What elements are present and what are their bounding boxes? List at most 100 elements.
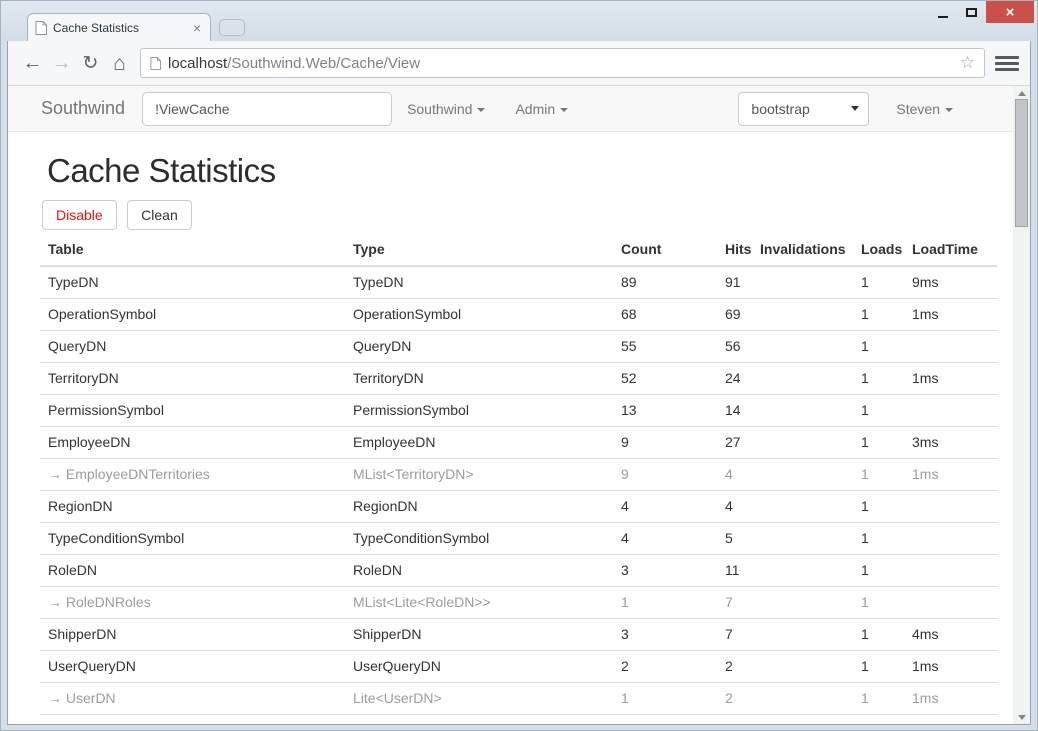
cell-loadtime: 1ms <box>904 299 997 331</box>
cell-loads: 1 <box>853 651 904 683</box>
cell-hits: 69 <box>717 299 752 331</box>
window-content: ← → ↻ ⌂ localhost/Southwind.Web/Cache/Vi… <box>7 41 1031 725</box>
scroll-up-icon[interactable] <box>1013 86 1030 100</box>
cell-type: UserQueryDN <box>345 651 613 683</box>
cell-hits: 2 <box>717 715 752 725</box>
cell-loads: 1 <box>853 491 904 523</box>
page-title: Cache Statistics <box>47 152 1013 190</box>
cell-hits: 56 <box>717 331 752 363</box>
cell-loads: 1 <box>853 555 904 587</box>
new-tab-button[interactable] <box>219 19 245 36</box>
cell-loads: 1 <box>853 683 904 715</box>
cell-hits: 2 <box>717 683 752 715</box>
cell-count: 1 <box>613 587 717 619</box>
brand-link[interactable]: Southwind <box>41 98 125 119</box>
bookmark-star-icon[interactable]: ☆ <box>960 53 975 73</box>
close-button[interactable]: × <box>986 1 1034 23</box>
cell-count: 68 <box>613 299 717 331</box>
cell-type: TypeDN <box>345 266 613 299</box>
table-row: TerritoryDNTerritoryDN522411ms <box>40 363 997 395</box>
reload-icon[interactable]: ↻ <box>76 54 105 73</box>
cell-type: MList<QueryFilterDN> <box>345 715 613 725</box>
cell-hits: 27 <box>717 427 752 459</box>
cell-invalidations <box>752 363 853 395</box>
cell-count: 2 <box>613 715 717 725</box>
cell-count: 9 <box>613 427 717 459</box>
back-icon[interactable]: ← <box>18 53 47 73</box>
cell-invalidations <box>752 459 853 491</box>
column-header-type: Type <box>345 234 613 266</box>
window-controls: × <box>928 1 1034 23</box>
cell-loads: 1 <box>853 299 904 331</box>
cell-type: TypeConditionSymbol <box>345 523 613 555</box>
cell-loadtime: 1ms <box>904 715 997 725</box>
close-icon: × <box>1006 4 1015 21</box>
cell-loadtime <box>904 555 997 587</box>
main-content: Cache Statistics Disable Clean Table Typ… <box>8 152 1013 724</box>
menu-admin[interactable]: Admin <box>500 101 583 117</box>
cell-table: UserQueryDN <box>40 651 345 683</box>
cell-table: → UserQueryDNFilters <box>40 715 345 725</box>
scrollbar[interactable] <box>1013 86 1030 724</box>
cell-count: 52 <box>613 363 717 395</box>
cell-type: QueryDN <box>345 331 613 363</box>
chevron-down-icon <box>945 108 953 112</box>
address-bar[interactable]: localhost/Southwind.Web/Cache/View ☆ <box>140 48 985 78</box>
cell-loads: 1 <box>853 523 904 555</box>
browser-menu-icon[interactable] <box>994 56 1020 71</box>
table-row: UserQueryDNUserQueryDN2211ms <box>40 651 997 683</box>
cell-loadtime: 1ms <box>904 459 997 491</box>
url-text: localhost/Southwind.Web/Cache/View <box>168 55 953 72</box>
user-menu[interactable]: Steven <box>881 101 968 117</box>
cell-table: ShipperDN <box>40 619 345 651</box>
forward-icon[interactable]: → <box>47 53 76 73</box>
scrollbar-thumb[interactable] <box>1015 99 1028 227</box>
menu-southwind[interactable]: Southwind <box>392 101 500 117</box>
cell-loadtime <box>904 395 997 427</box>
theme-selected-value: bootstrap <box>751 101 809 117</box>
cell-invalidations <box>752 395 853 427</box>
cell-hits: 4 <box>717 459 752 491</box>
scroll-down-icon[interactable] <box>1013 710 1030 724</box>
command-input[interactable] <box>142 92 392 126</box>
cell-loadtime: 4ms <box>904 619 997 651</box>
cell-hits: 11 <box>717 555 752 587</box>
theme-select[interactable]: bootstrap <box>738 92 869 126</box>
cell-hits: 5 <box>717 523 752 555</box>
table-row: → RoleDNRolesMList<Lite<RoleDN>>171 <box>40 587 997 619</box>
cell-hits: 91 <box>717 266 752 299</box>
cell-type: MList<Lite<RoleDN>> <box>345 587 613 619</box>
cell-hits: 14 <box>717 395 752 427</box>
cell-hits: 7 <box>717 619 752 651</box>
cell-type: PermissionSymbol <box>345 395 613 427</box>
cache-table-body: TypeDNTypeDN899119msOperationSymbolOpera… <box>40 266 997 724</box>
cell-type: ShipperDN <box>345 619 613 651</box>
cell-type: EmployeeDN <box>345 427 613 459</box>
cell-invalidations <box>752 651 853 683</box>
disable-button[interactable]: Disable <box>42 200 117 230</box>
cell-invalidations <box>752 555 853 587</box>
action-buttons: Disable Clean <box>42 200 1013 230</box>
cell-count: 4 <box>613 491 717 523</box>
table-row: QueryDNQueryDN55561 <box>40 331 997 363</box>
table-row: RegionDNRegionDN441 <box>40 491 997 523</box>
minimize-button[interactable] <box>928 1 957 23</box>
cell-count: 4 <box>613 523 717 555</box>
browser-toolbar: ← → ↻ ⌂ localhost/Southwind.Web/Cache/Vi… <box>8 41 1030 86</box>
cell-loads: 1 <box>853 395 904 427</box>
maximize-icon <box>966 8 977 17</box>
cell-type: TerritoryDN <box>345 363 613 395</box>
table-row: → UserQueryDNFiltersMList<QueryFilterDN>… <box>40 715 997 725</box>
table-header: Table Type Count Hits Invalidations Load… <box>40 234 997 266</box>
cell-count: 3 <box>613 555 717 587</box>
home-icon[interactable]: ⌂ <box>105 53 134 74</box>
clean-button[interactable]: Clean <box>127 200 192 230</box>
browser-tab[interactable]: Cache Statistics × <box>27 13 211 41</box>
page-icon <box>150 57 161 70</box>
tab-close-icon[interactable]: × <box>191 21 203 35</box>
cell-loadtime: 1ms <box>904 683 997 715</box>
cell-loadtime <box>904 331 997 363</box>
cell-table: RoleDN <box>40 555 345 587</box>
cell-table: TerritoryDN <box>40 363 345 395</box>
maximize-button[interactable] <box>957 1 986 23</box>
